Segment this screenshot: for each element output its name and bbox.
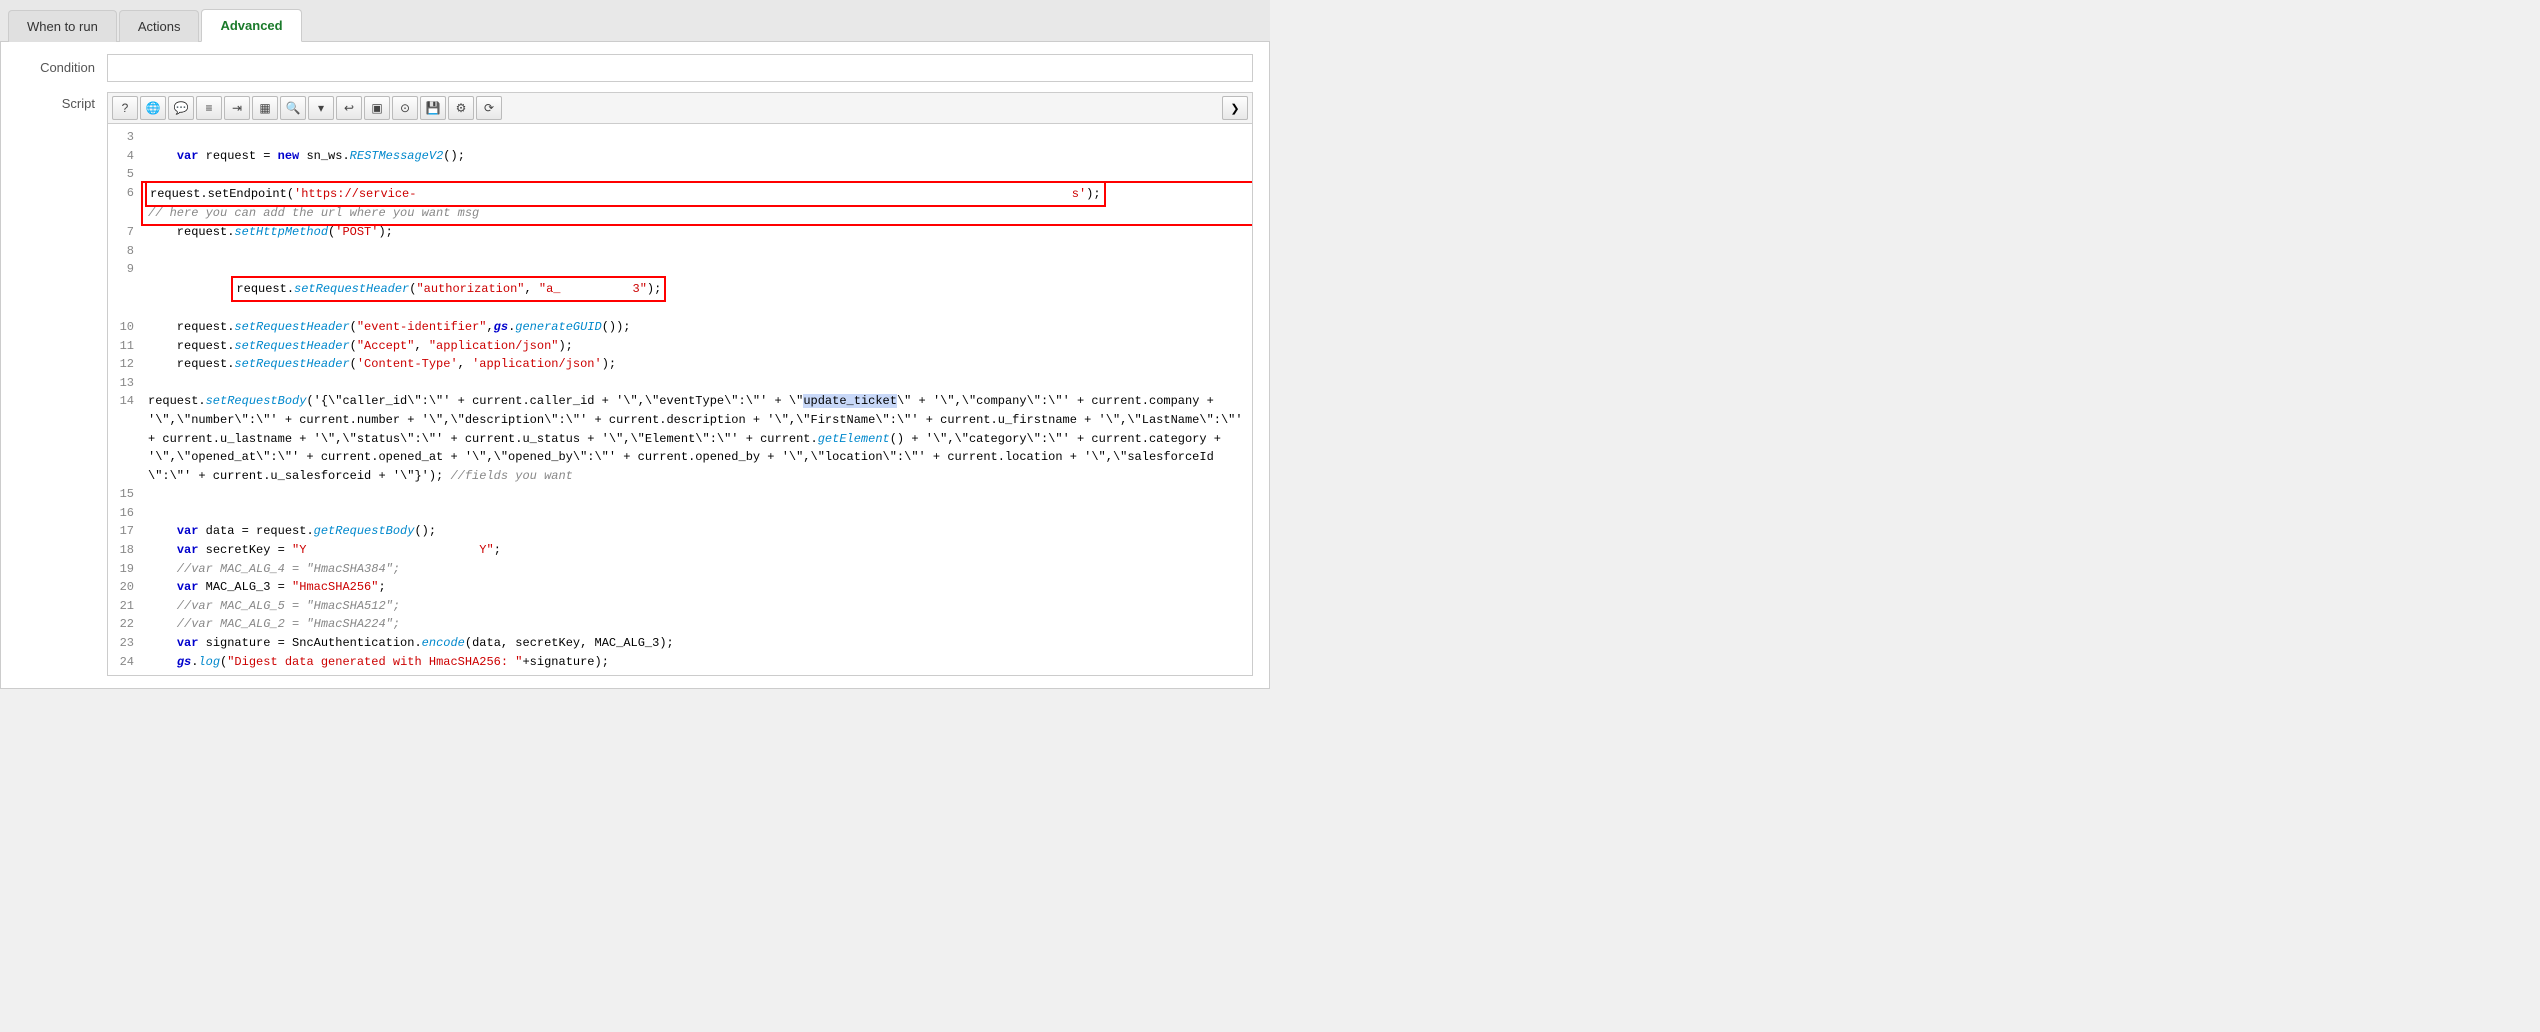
undo-icon-btn[interactable]: ↩ bbox=[336, 96, 362, 120]
code-line-24: 24 gs.log("Digest data generated with Hm… bbox=[108, 653, 1252, 672]
code-line-9: 9 request.setRequestHeader("authorizatio… bbox=[108, 260, 1252, 318]
dropdown-icon-btn[interactable]: ▾ bbox=[308, 96, 334, 120]
condition-control bbox=[107, 54, 1253, 82]
script-label: Script bbox=[17, 92, 107, 111]
code-line-6: 6 request.setEndpoint('https://service- … bbox=[108, 184, 1252, 223]
search-icon-btn[interactable]: 🔍 bbox=[280, 96, 306, 120]
expand-btn[interactable]: ❯ bbox=[1222, 96, 1248, 120]
refresh-icon-btn[interactable]: ⟳ bbox=[476, 96, 502, 120]
circle-help-icon-btn[interactable]: ⊙ bbox=[392, 96, 418, 120]
globe-icon-btn[interactable]: 🌐 bbox=[140, 96, 166, 120]
settings-icon-btn[interactable]: ⚙ bbox=[448, 96, 474, 120]
code-line-17: 17 var data = request.getRequestBody(); bbox=[108, 522, 1252, 541]
list-icon-btn[interactable]: ≡ bbox=[196, 96, 222, 120]
condition-row: Condition bbox=[17, 54, 1253, 82]
code-line-22: 22 //var MAC_ALG_2 = "HmacSHA224"; bbox=[108, 615, 1252, 634]
code-line-12: 12 request.setRequestHeader('Content-Typ… bbox=[108, 355, 1252, 374]
code-line-18: 18 var secretKey = "Y Y"; bbox=[108, 541, 1252, 560]
code-line-4: 4 var request = new sn_ws.RESTMessageV2(… bbox=[108, 147, 1252, 166]
script-row: Script ? 🌐 💬 ≡ ⇥ ▦ 🔍 ▾ ↩ bbox=[17, 92, 1253, 676]
script-toolbar: ? 🌐 💬 ≡ ⇥ ▦ 🔍 ▾ ↩ ▣ ⊙ bbox=[108, 93, 1252, 124]
code-line-23: 23 var signature = SncAuthentication.enc… bbox=[108, 634, 1252, 653]
code-line-7: 7 request.setHttpMethod('POST'); bbox=[108, 223, 1252, 242]
tabs-bar: When to run Actions Advanced bbox=[0, 0, 1270, 42]
code-line-16: 16 bbox=[108, 504, 1252, 523]
code-line-11: 11 request.setRequestHeader("Accept", "a… bbox=[108, 337, 1252, 356]
code-line-10: 10 request.setRequestHeader("event-ident… bbox=[108, 318, 1252, 337]
page-icon-btn[interactable]: ▣ bbox=[364, 96, 390, 120]
code-line-15: 15 bbox=[108, 485, 1252, 504]
code-line-20: 20 var MAC_ALG_3 = "HmacSHA256"; bbox=[108, 578, 1252, 597]
tab-advanced[interactable]: Advanced bbox=[201, 9, 301, 42]
code-line-21: 21 //var MAC_ALG_5 = "HmacSHA512"; bbox=[108, 597, 1252, 616]
code-line-13: 13 bbox=[108, 374, 1252, 393]
content-area: Condition Script ? 🌐 💬 ≡ ⇥ ▦ bbox=[0, 42, 1270, 689]
code-line-19: 19 //var MAC_ALG_4 = "HmacSHA384"; bbox=[108, 560, 1252, 579]
indent-icon-btn[interactable]: ⇥ bbox=[224, 96, 250, 120]
code-line-3: 3 bbox=[108, 128, 1252, 147]
script-container: ? 🌐 💬 ≡ ⇥ ▦ 🔍 ▾ ↩ ▣ ⊙ bbox=[107, 92, 1253, 676]
code-editor[interactable]: 3 4 var request = new sn_ws.RESTMessageV… bbox=[108, 124, 1252, 675]
code-line-5: 5 bbox=[108, 165, 1252, 184]
tab-when-to-run[interactable]: When to run bbox=[8, 10, 117, 42]
tab-actions[interactable]: Actions bbox=[119, 10, 200, 42]
condition-input[interactable] bbox=[107, 54, 1253, 82]
code-line-8: 8 bbox=[108, 242, 1252, 261]
help-icon-btn[interactable]: ? bbox=[112, 96, 138, 120]
save-icon-btn[interactable]: 💾 bbox=[420, 96, 446, 120]
code-line-14: 14 request.setRequestBody('{\"caller_id\… bbox=[108, 392, 1252, 485]
table-icon-btn[interactable]: ▦ bbox=[252, 96, 278, 120]
comment-icon-btn[interactable]: 💬 bbox=[168, 96, 194, 120]
condition-label: Condition bbox=[17, 54, 107, 75]
